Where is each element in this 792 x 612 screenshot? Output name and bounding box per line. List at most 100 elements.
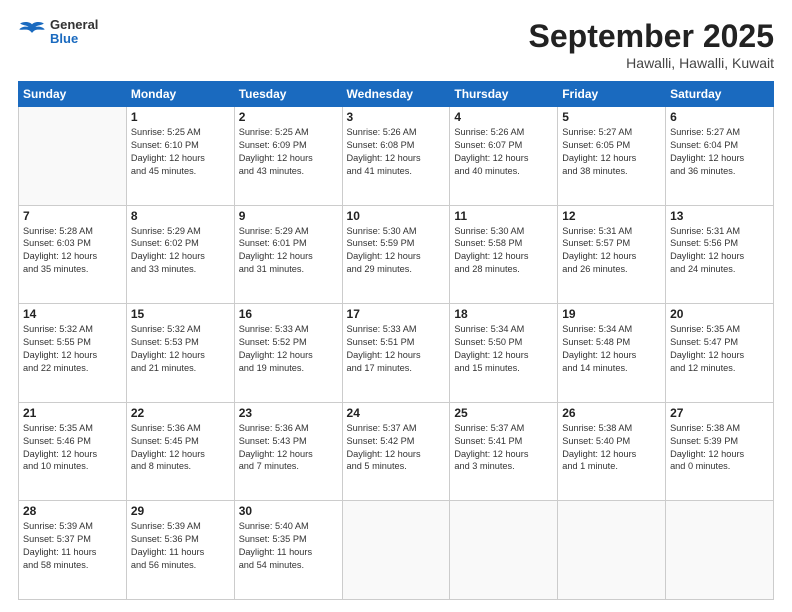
day-number: 5	[562, 110, 661, 124]
calendar-cell: 15 Sunrise: 5:32 AM Sunset: 5:53 PM Dayli…	[126, 304, 234, 403]
day-number: 15	[131, 307, 230, 321]
calendar-cell: 27 Sunrise: 5:38 AM Sunset: 5:39 PM Dayli…	[666, 402, 774, 501]
weekday-header-monday: Monday	[126, 82, 234, 107]
calendar-cell	[19, 107, 127, 206]
day-number: 9	[239, 209, 338, 223]
day-info: Sunrise: 5:36 AM Sunset: 5:45 PM Dayligh…	[131, 422, 230, 474]
day-info: Sunrise: 5:27 AM Sunset: 6:04 PM Dayligh…	[670, 126, 769, 178]
calendar-cell: 30 Sunrise: 5:40 AM Sunset: 5:35 PM Dayli…	[234, 501, 342, 600]
weekday-header-wednesday: Wednesday	[342, 82, 450, 107]
day-number: 21	[23, 406, 122, 420]
day-number: 8	[131, 209, 230, 223]
day-info: Sunrise: 5:37 AM Sunset: 5:42 PM Dayligh…	[347, 422, 446, 474]
logo-icon	[18, 21, 46, 43]
day-number: 24	[347, 406, 446, 420]
calendar-cell	[450, 501, 558, 600]
calendar-cell: 7Sunrise: 5:28 AM Sunset: 6:03 PM Daylig…	[19, 205, 127, 304]
day-number: 16	[239, 307, 338, 321]
day-number: 12	[562, 209, 661, 223]
logo-line2: Blue	[50, 32, 98, 46]
calendar-cell: 19 Sunrise: 5:34 AM Sunset: 5:48 PM Dayli…	[558, 304, 666, 403]
title-block: September 2025 Hawalli, Hawalli, Kuwait	[529, 18, 774, 71]
calendar-cell: 16 Sunrise: 5:33 AM Sunset: 5:52 PM Dayli…	[234, 304, 342, 403]
day-info: Sunrise: 5:34 AM Sunset: 5:50 PM Dayligh…	[454, 323, 553, 375]
day-info: Sunrise: 5:34 AM Sunset: 5:48 PM Dayligh…	[562, 323, 661, 375]
calendar-cell: 8 Sunrise: 5:29 AM Sunset: 6:02 PM Daylig…	[126, 205, 234, 304]
calendar-cell: 26 Sunrise: 5:38 AM Sunset: 5:40 PM Dayli…	[558, 402, 666, 501]
calendar-cell: 29Sunrise: 5:39 AM Sunset: 5:36 PM Dayli…	[126, 501, 234, 600]
calendar-cell: 23 Sunrise: 5:36 AM Sunset: 5:43 PM Dayli…	[234, 402, 342, 501]
calendar-cell: 4Sunrise: 5:26 AM Sunset: 6:07 PM Daylig…	[450, 107, 558, 206]
day-info: Sunrise: 5:31 AM Sunset: 5:56 PM Dayligh…	[670, 225, 769, 277]
logo-line1: General	[50, 18, 98, 32]
day-number: 20	[670, 307, 769, 321]
calendar-cell: 12 Sunrise: 5:31 AM Sunset: 5:57 PM Dayli…	[558, 205, 666, 304]
day-info: Sunrise: 5:32 AM Sunset: 5:53 PM Dayligh…	[131, 323, 230, 375]
weekday-header-tuesday: Tuesday	[234, 82, 342, 107]
day-number: 17	[347, 307, 446, 321]
day-info: Sunrise: 5:33 AM Sunset: 5:51 PM Dayligh…	[347, 323, 446, 375]
day-number: 30	[239, 504, 338, 518]
day-info: Sunrise: 5:36 AM Sunset: 5:43 PM Dayligh…	[239, 422, 338, 474]
day-info: Sunrise: 5:33 AM Sunset: 5:52 PM Dayligh…	[239, 323, 338, 375]
weekday-header-thursday: Thursday	[450, 82, 558, 107]
calendar-cell: 6 Sunrise: 5:27 AM Sunset: 6:04 PM Daylig…	[666, 107, 774, 206]
day-number: 26	[562, 406, 661, 420]
calendar-week-row: 14Sunrise: 5:32 AM Sunset: 5:55 PM Dayli…	[19, 304, 774, 403]
calendar-cell: 20 Sunrise: 5:35 AM Sunset: 5:47 PM Dayli…	[666, 304, 774, 403]
calendar-cell	[666, 501, 774, 600]
day-number: 25	[454, 406, 553, 420]
day-info: Sunrise: 5:28 AM Sunset: 6:03 PM Dayligh…	[23, 225, 122, 277]
day-number: 28	[23, 504, 122, 518]
calendar-cell: 3 Sunrise: 5:26 AM Sunset: 6:08 PM Daylig…	[342, 107, 450, 206]
calendar-cell: 18 Sunrise: 5:34 AM Sunset: 5:50 PM Dayli…	[450, 304, 558, 403]
calendar-cell: 14Sunrise: 5:32 AM Sunset: 5:55 PM Dayli…	[19, 304, 127, 403]
day-info: Sunrise: 5:35 AM Sunset: 5:46 PM Dayligh…	[23, 422, 122, 474]
day-info: Sunrise: 5:25 AM Sunset: 6:10 PM Dayligh…	[131, 126, 230, 178]
day-info: Sunrise: 5:27 AM Sunset: 6:05 PM Dayligh…	[562, 126, 661, 178]
calendar-cell	[558, 501, 666, 600]
day-number: 18	[454, 307, 553, 321]
header: General Blue September 2025 Hawalli, Haw…	[18, 18, 774, 71]
calendar-week-row: 28 Sunrise: 5:39 AM Sunset: 5:37 PM Dayli…	[19, 501, 774, 600]
day-info: Sunrise: 5:31 AM Sunset: 5:57 PM Dayligh…	[562, 225, 661, 277]
weekday-header-sunday: Sunday	[19, 82, 127, 107]
location: Hawalli, Hawalli, Kuwait	[529, 55, 774, 71]
weekday-header-friday: Friday	[558, 82, 666, 107]
calendar-table: SundayMondayTuesdayWednesdayThursdayFrid…	[18, 81, 774, 600]
day-info: Sunrise: 5:35 AM Sunset: 5:47 PM Dayligh…	[670, 323, 769, 375]
day-number: 27	[670, 406, 769, 420]
day-number: 4	[454, 110, 553, 124]
day-number: 13	[670, 209, 769, 223]
day-number: 11	[454, 209, 553, 223]
logo-text: General Blue	[50, 18, 98, 47]
month-title: September 2025	[529, 18, 774, 55]
calendar-cell: 21 Sunrise: 5:35 AM Sunset: 5:46 PM Dayli…	[19, 402, 127, 501]
logo: General Blue	[18, 18, 98, 47]
calendar-cell: 28 Sunrise: 5:39 AM Sunset: 5:37 PM Dayli…	[19, 501, 127, 600]
day-info: Sunrise: 5:25 AM Sunset: 6:09 PM Dayligh…	[239, 126, 338, 178]
day-number: 19	[562, 307, 661, 321]
weekday-header-saturday: Saturday	[666, 82, 774, 107]
day-number: 23	[239, 406, 338, 420]
calendar-cell: 2Sunrise: 5:25 AM Sunset: 6:09 PM Daylig…	[234, 107, 342, 206]
day-number: 14	[23, 307, 122, 321]
day-info: Sunrise: 5:39 AM Sunset: 5:36 PM Dayligh…	[131, 520, 230, 572]
weekday-header-row: SundayMondayTuesdayWednesdayThursdayFrid…	[19, 82, 774, 107]
day-number: 10	[347, 209, 446, 223]
day-number: 3	[347, 110, 446, 124]
calendar-cell: 1 Sunrise: 5:25 AM Sunset: 6:10 PM Daylig…	[126, 107, 234, 206]
calendar-week-row: 21 Sunrise: 5:35 AM Sunset: 5:46 PM Dayli…	[19, 402, 774, 501]
calendar-cell: 5 Sunrise: 5:27 AM Sunset: 6:05 PM Daylig…	[558, 107, 666, 206]
day-number: 1	[131, 110, 230, 124]
day-info: Sunrise: 5:40 AM Sunset: 5:35 PM Dayligh…	[239, 520, 338, 572]
day-info: Sunrise: 5:29 AM Sunset: 6:02 PM Dayligh…	[131, 225, 230, 277]
day-info: Sunrise: 5:37 AM Sunset: 5:41 PM Dayligh…	[454, 422, 553, 474]
day-info: Sunrise: 5:26 AM Sunset: 6:08 PM Dayligh…	[347, 126, 446, 178]
day-info: Sunrise: 5:38 AM Sunset: 5:39 PM Dayligh…	[670, 422, 769, 474]
day-info: Sunrise: 5:39 AM Sunset: 5:37 PM Dayligh…	[23, 520, 122, 572]
calendar-cell: 13 Sunrise: 5:31 AM Sunset: 5:56 PM Dayli…	[666, 205, 774, 304]
page: General Blue September 2025 Hawalli, Haw…	[0, 0, 792, 612]
day-info: Sunrise: 5:38 AM Sunset: 5:40 PM Dayligh…	[562, 422, 661, 474]
day-number: 6	[670, 110, 769, 124]
